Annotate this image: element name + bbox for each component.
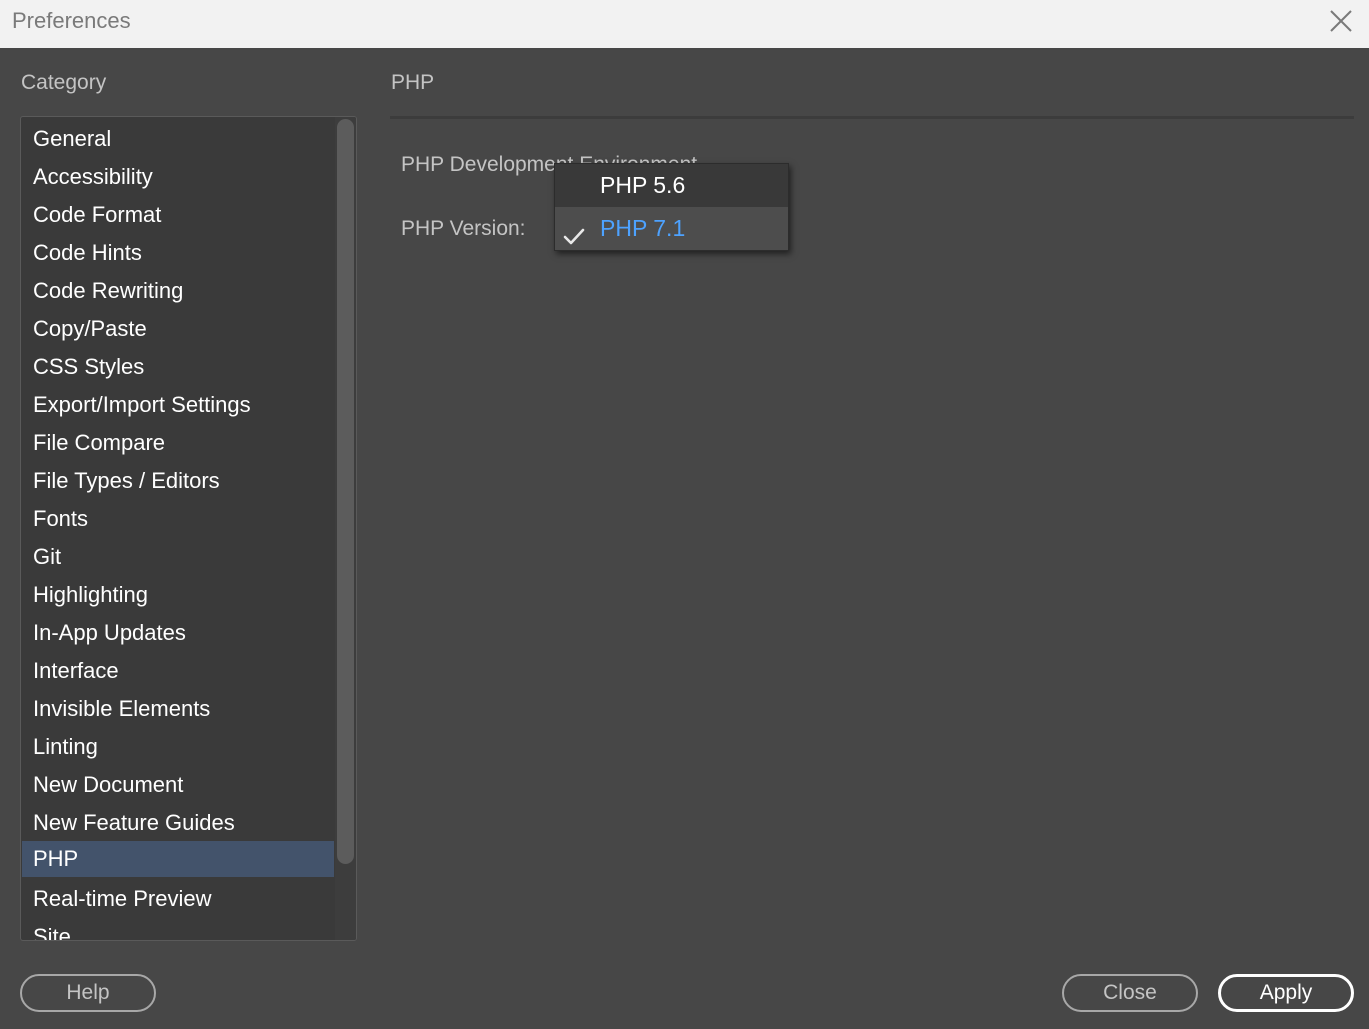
- category-item-code-hints[interactable]: Code Hints: [22, 235, 334, 271]
- category-item-fonts[interactable]: Fonts: [22, 501, 334, 537]
- checkmark-icon: [563, 218, 585, 245]
- category-item-general[interactable]: General: [22, 121, 334, 157]
- category-item-new-feature-guides[interactable]: New Feature Guides: [22, 805, 334, 841]
- category-item-site[interactable]: Site: [22, 919, 334, 940]
- category-item-in-app-updates[interactable]: In-App Updates: [22, 615, 334, 651]
- php-version-label: PHP Version:: [401, 217, 526, 240]
- php-version-option-7-1-label: PHP 7.1: [600, 215, 686, 241]
- close-icon[interactable]: [1326, 6, 1356, 36]
- category-scroll-thumb[interactable]: [337, 119, 354, 864]
- title-bar: Preferences: [0, 0, 1369, 48]
- help-button[interactable]: Help: [20, 974, 156, 1012]
- category-item-real-time-preview[interactable]: Real-time Preview: [22, 881, 334, 917]
- category-item-interface[interactable]: Interface: [22, 653, 334, 689]
- close-button[interactable]: Close: [1062, 974, 1198, 1012]
- category-item-php[interactable]: PHP: [22, 841, 334, 877]
- category-item-export-import[interactable]: Export/Import Settings: [22, 387, 334, 423]
- category-item-highlighting[interactable]: Highlighting: [22, 577, 334, 613]
- category-item-code-format[interactable]: Code Format: [22, 197, 334, 233]
- window-title: Preferences: [12, 8, 131, 33]
- category-list[interactable]: General Accessibility Code Format Code H…: [20, 116, 357, 941]
- category-header: Category: [21, 71, 107, 94]
- category-item-linting[interactable]: Linting: [22, 729, 334, 765]
- category-item-invisible-elements[interactable]: Invisible Elements: [22, 691, 334, 727]
- category-item-css-styles[interactable]: CSS Styles: [22, 349, 334, 385]
- category-item-file-types-editors[interactable]: File Types / Editors: [22, 463, 334, 499]
- category-item-git[interactable]: Git: [22, 539, 334, 575]
- apply-button[interactable]: Apply: [1218, 974, 1354, 1012]
- category-item-new-document[interactable]: New Document: [22, 767, 334, 803]
- panel-title: PHP: [391, 71, 435, 94]
- panel-divider: [390, 116, 1354, 119]
- category-item-accessibility[interactable]: Accessibility: [22, 159, 334, 195]
- category-item-copy-paste[interactable]: Copy/Paste: [22, 311, 334, 347]
- php-version-option-7-1[interactable]: PHP 7.1: [555, 207, 788, 250]
- php-version-dropdown-menu[interactable]: PHP 5.6 PHP 7.1: [554, 163, 789, 251]
- php-version-option-5-6[interactable]: PHP 5.6: [555, 164, 788, 207]
- category-item-file-compare[interactable]: File Compare: [22, 425, 334, 461]
- category-item-code-rewriting[interactable]: Code Rewriting: [22, 273, 334, 309]
